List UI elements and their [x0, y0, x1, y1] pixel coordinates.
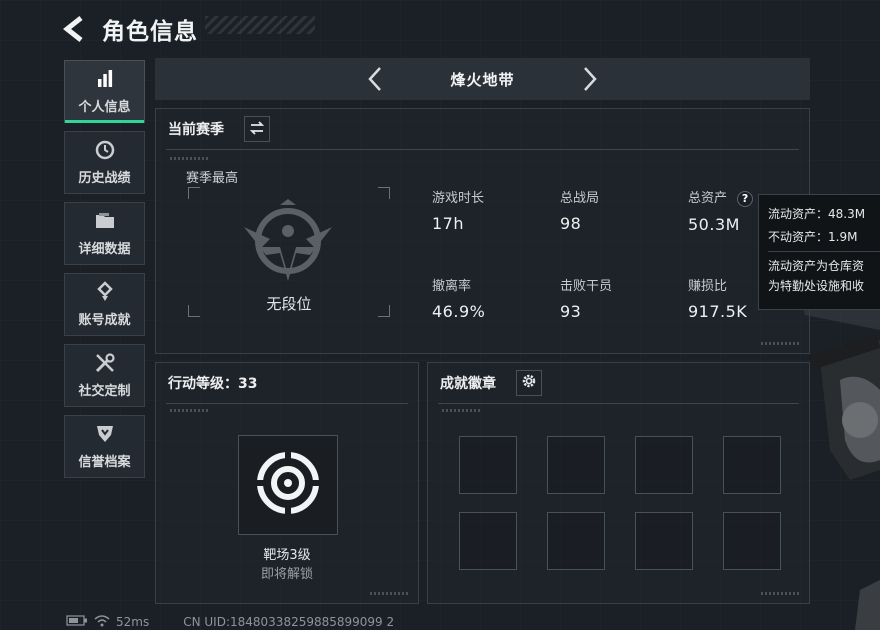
- sidebar-item-social-custom[interactable]: 社交定制: [64, 344, 145, 407]
- chevron-left-icon[interactable]: [360, 64, 390, 94]
- stat-value: 17h: [432, 214, 464, 233]
- title-decoration: [205, 16, 315, 34]
- badge-slot[interactable]: [459, 436, 517, 494]
- tooltip-description: 流动资产为仓库资: [768, 259, 865, 273]
- divider: [166, 149, 799, 150]
- stat-value: 98: [560, 214, 582, 233]
- page-title: 角色信息: [102, 19, 198, 45]
- stat-extraction-rate: 撤离率 46.9%: [432, 275, 485, 321]
- rank-label: 无段位: [266, 295, 312, 313]
- tools-icon: [94, 352, 116, 374]
- badge-slot[interactable]: [547, 436, 605, 494]
- decorative-dots: [442, 409, 480, 412]
- operation-level-panel: 行动等级：33 靶场3级 即将解锁: [155, 362, 419, 604]
- tooltip-liquid-assets: 流动资产：48.3M: [768, 207, 866, 221]
- switch-season-button[interactable]: [244, 116, 270, 142]
- sidebar-item-detailed-data[interactable]: 详细数据: [64, 202, 145, 265]
- bar-chart-icon: [94, 68, 116, 90]
- help-icon[interactable]: ?: [737, 190, 754, 207]
- sidebar-item-personal-info[interactable]: 个人信息: [64, 60, 145, 123]
- decorative-dots: [761, 342, 799, 345]
- stat-play-time: 游戏时长 17h: [432, 187, 484, 233]
- level-reward-name: 靶场3级: [263, 548, 311, 563]
- stat-label: 撤离率: [432, 279, 472, 294]
- level-reward-tile[interactable]: [238, 435, 338, 535]
- status-footer: 52ms CN UID:18480338259885899099 2: [66, 614, 400, 630]
- divider: [768, 251, 880, 252]
- stat-value: 93: [560, 302, 582, 321]
- stat-label-text: 总资产: [688, 191, 728, 206]
- eagle-rank-emblem-icon: [240, 197, 336, 291]
- mode-title: 烽火地带: [450, 70, 515, 89]
- tooltip-description: 为特勤处设施和收: [768, 279, 865, 293]
- achievement-badges-panel: 成就徽章: [427, 362, 810, 604]
- badge-slot[interactable]: [723, 436, 781, 494]
- badges-title: 成就徽章: [440, 376, 496, 392]
- assets-tooltip: 流动资产：48.3M 不动资产：1.9M 流动资产为仓库资 为特勤处设施和收: [758, 194, 880, 310]
- badge-slot[interactable]: [635, 512, 693, 570]
- badge-slot[interactable]: [547, 512, 605, 570]
- stat-label: 赚损比: [688, 279, 728, 294]
- sidebar-item-history[interactable]: 历史战绩: [64, 131, 145, 194]
- history-icon: [94, 139, 116, 161]
- stat-label: 总资产?: [688, 187, 754, 207]
- sidebar-item-label: 详细数据: [78, 242, 131, 257]
- level-reward-status: 即将解锁: [260, 567, 313, 582]
- sidebar-item-label: 历史战绩: [78, 171, 131, 186]
- stat-label: 游戏时长: [432, 191, 485, 206]
- operation-level-title: 行动等级：33: [168, 376, 258, 392]
- battery-icon: [66, 615, 88, 629]
- stat-profit-loss-ratio: 赚损比 917.5K: [688, 275, 747, 321]
- sidebar-item-label: 账号成就: [78, 313, 131, 328]
- tooltip-fixed-assets: 不动资产：1.9M: [768, 230, 858, 244]
- stat-value: 46.9%: [432, 302, 486, 321]
- badge-slot[interactable]: [635, 436, 693, 494]
- folder-icon: [94, 210, 116, 232]
- season-best-label: 赛季最高: [186, 171, 239, 186]
- stat-value: 50.3M: [688, 214, 740, 234]
- frame-corner: [188, 187, 200, 199]
- season-panel: 当前赛季 赛季最高 无段位 游戏时长 17h 总战局 98 总资产? 50.3M…: [155, 108, 810, 354]
- stat-label: 击败干员: [560, 279, 613, 294]
- decorative-dots: [370, 592, 408, 595]
- season-title: 当前赛季: [168, 122, 224, 138]
- badge-slot[interactable]: [723, 512, 781, 570]
- decorative-dots: [761, 592, 799, 595]
- character-model-image: [800, 300, 880, 630]
- sidebar-item-account-achievements[interactable]: 账号成就: [64, 273, 145, 336]
- divider: [438, 403, 799, 404]
- uid-readout: CN UID:18480338259885899099 2: [183, 615, 395, 629]
- divider: [166, 403, 408, 404]
- sidebar-item-label: 个人信息: [78, 100, 131, 115]
- mode-selector: 烽火地带: [155, 58, 810, 100]
- frame-corner: [378, 187, 390, 199]
- rank-display: 无段位: [188, 187, 390, 317]
- decorative-dots: [170, 409, 208, 412]
- badge-slot[interactable]: [459, 512, 517, 570]
- stat-label: 总战局: [560, 191, 600, 206]
- stat-value: 917.5K: [688, 302, 748, 321]
- back-arrow-icon[interactable]: [62, 14, 88, 44]
- stat-operators-defeated: 击败干员 93: [560, 275, 612, 321]
- wifi-icon: [94, 614, 110, 630]
- stat-total-matches: 总战局 98: [560, 187, 599, 233]
- sidebar: 个人信息 历史战绩 详细数据 账号成就 社交定制 信誉档案: [64, 60, 145, 486]
- target-icon: [253, 448, 323, 522]
- stat-total-assets: 总资产? 50.3M: [688, 187, 754, 234]
- chevron-right-icon[interactable]: [575, 64, 605, 94]
- gear-icon: [521, 373, 537, 393]
- achievement-icon: [94, 281, 116, 303]
- decorative-dots: [170, 157, 208, 160]
- swap-icon: [249, 120, 265, 139]
- ping-readout: 52ms: [116, 615, 150, 629]
- sidebar-item-label: 信誉档案: [78, 455, 131, 470]
- reputation-icon: [94, 423, 116, 445]
- badge-settings-button[interactable]: [516, 370, 542, 396]
- sidebar-item-label: 社交定制: [78, 384, 131, 399]
- sidebar-item-reputation[interactable]: 信誉档案: [64, 415, 145, 478]
